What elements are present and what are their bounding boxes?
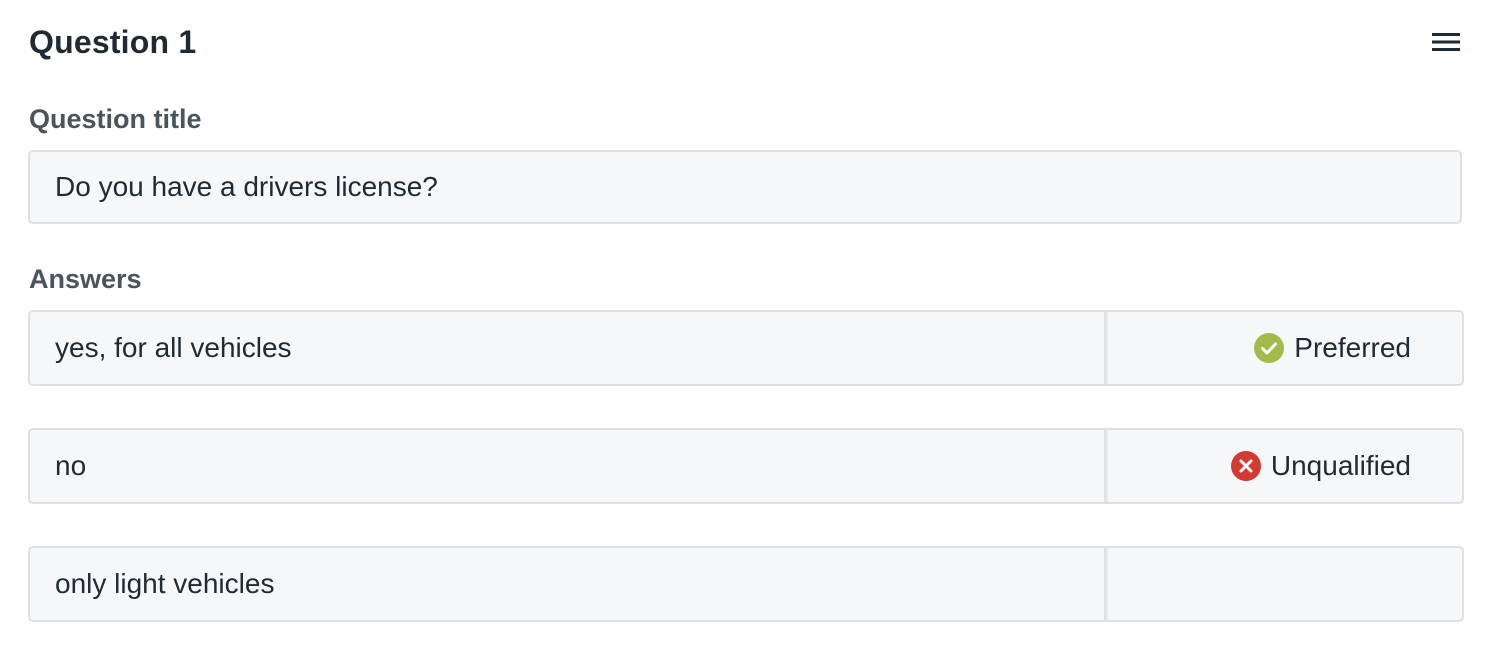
page-title: Question 1 [29,24,197,60]
question-header: Question 1 [28,20,1464,70]
answer-row: Unqualified [28,428,1464,504]
menu-button[interactable] [1430,28,1462,56]
answer-status-label: Preferred [1294,332,1411,363]
answer-row [28,546,1464,622]
answer-status-select[interactable]: Unqualified [1104,428,1464,504]
question-title-input[interactable] [28,150,1462,224]
x-circle-icon [1230,451,1261,481]
answers-label: Answers [29,264,142,294]
answer-input[interactable] [28,310,1104,386]
answer-status-select[interactable]: Preferred [1104,310,1464,386]
hamburger-menu-icon [1432,32,1460,52]
answer-input[interactable] [28,546,1104,622]
answer-input[interactable] [28,428,1104,504]
check-circle-icon [1254,333,1285,363]
question-title-label: Question title [29,104,202,134]
answer-row: Preferred [28,310,1464,386]
answer-status-select[interactable] [1104,546,1464,622]
answer-status-label: Unqualified [1270,450,1411,481]
